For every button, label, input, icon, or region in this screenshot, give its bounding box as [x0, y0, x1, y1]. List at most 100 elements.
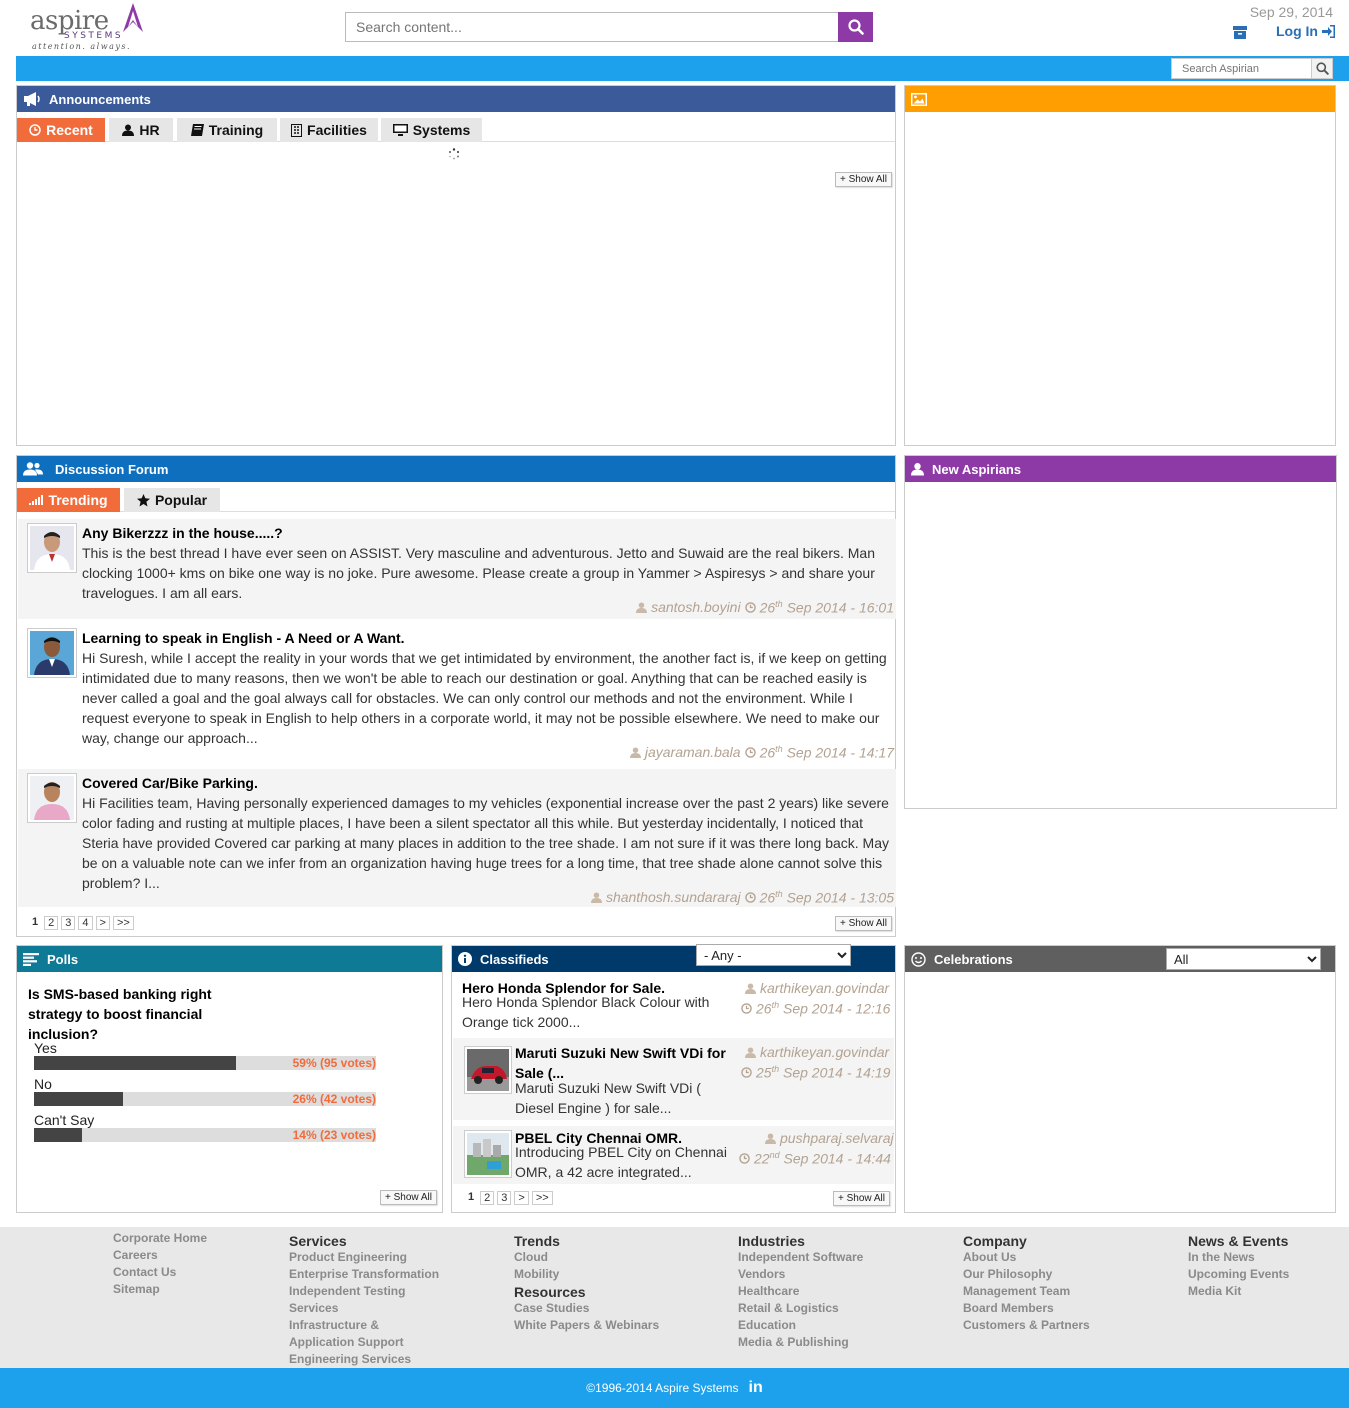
poll-bar-fill	[34, 1056, 236, 1070]
tab-popular[interactable]: Popular	[124, 488, 220, 512]
footer-link[interactable]: Mobility	[514, 1267, 659, 1284]
loading-spinner-icon	[449, 148, 460, 160]
post-author[interactable]: santosh.boyini	[651, 599, 741, 615]
post-author[interactable]: jayaraman.bala	[645, 744, 741, 760]
footer-heading[interactable]: Services	[289, 1233, 439, 1250]
forum-post[interactable]: Learning to speak in English - A Need or…	[18, 624, 896, 764]
forum-post[interactable]: Covered Car/Bike Parking. Hi Facilities …	[18, 769, 896, 907]
footer-link[interactable]: Upcoming Events	[1188, 1267, 1289, 1284]
classified-author-name[interactable]: karthikeyan.govindar	[760, 980, 889, 996]
footer-link[interactable]: Services	[289, 1301, 439, 1318]
classified-author-name[interactable]: karthikeyan.govindar	[760, 1044, 889, 1060]
tab-trending[interactable]: Trending	[17, 488, 120, 512]
page-2[interactable]: 2	[44, 916, 59, 930]
polls-show-all-button[interactable]: + Show All	[380, 1190, 437, 1205]
classified-item[interactable]: PBEL City Chennai OMR. Introducing PBEL …	[453, 1126, 894, 1184]
classified-date: 22nd Sep 2014 - 14:44	[739, 1150, 891, 1167]
page-1[interactable]: 1	[465, 1191, 478, 1205]
classifieds-show-all-button[interactable]: + Show All	[833, 1191, 890, 1206]
login-link[interactable]: Log In	[1276, 23, 1336, 39]
footer-link[interactable]: In the News	[1188, 1250, 1289, 1267]
tab-popular-label: Popular	[154, 492, 208, 508]
footer-heading[interactable]: Company	[963, 1233, 1090, 1250]
aspirian-search-button[interactable]	[1311, 58, 1333, 79]
tab-hr-label: HR	[139, 122, 160, 138]
tab-recent[interactable]: Recent	[17, 118, 105, 142]
poll-option-label: Can't Say	[34, 1112, 95, 1128]
page-3[interactable]: 3	[497, 1191, 512, 1205]
footer-link[interactable]: Independent Software	[738, 1250, 863, 1267]
footer-link[interactable]: Healthcare	[738, 1284, 863, 1301]
page-next[interactable]: >	[95, 916, 110, 930]
classifieds-filter-select[interactable]: - Any -	[696, 944, 851, 966]
poll-option-label: Yes	[34, 1040, 57, 1056]
footer-col-services: Services Product Engineering Enterprise …	[289, 1233, 439, 1369]
footer-link[interactable]: Engineering Services	[289, 1352, 439, 1369]
tab-training-label: Training	[208, 122, 264, 138]
footer-link[interactable]: Cloud	[514, 1250, 659, 1267]
celebrations-filter-select[interactable]: All	[1166, 948, 1321, 970]
footer-heading[interactable]: Resources	[514, 1284, 659, 1301]
clock-icon	[741, 1067, 752, 1078]
classified-desc: Introducing PBEL City on Chennai OMR, a …	[515, 1144, 727, 1180]
footer-link[interactable]: Product Engineering	[289, 1250, 439, 1267]
page-last[interactable]: >>	[112, 916, 134, 930]
linkedin-icon[interactable]: in	[749, 1379, 763, 1397]
tab-facilities[interactable]: Facilities	[280, 118, 378, 142]
page-4[interactable]: 4	[78, 916, 93, 930]
forum-post[interactable]: Any Bikerzzz in the house.....? This is …	[18, 519, 896, 619]
avatar	[27, 523, 77, 573]
page-last[interactable]: >>	[531, 1191, 553, 1205]
post-title[interactable]: Learning to speak in English - A Need or…	[82, 630, 405, 646]
footer-link[interactable]: Independent Testing	[289, 1284, 439, 1301]
forum-show-all-button[interactable]: + Show All	[835, 916, 892, 931]
clock-icon	[29, 124, 41, 136]
footer-link[interactable]: Retail & Logistics	[738, 1301, 863, 1318]
tab-systems[interactable]: Systems	[381, 118, 482, 142]
tab-training[interactable]: Training	[177, 118, 277, 142]
footer-link[interactable]: Case Studies	[514, 1301, 659, 1318]
footer-link[interactable]: Sitemap	[113, 1282, 207, 1299]
footer-link[interactable]: Customers & Partners	[963, 1318, 1090, 1335]
archive-icon[interactable]	[1233, 26, 1247, 39]
announcements-show-all-button[interactable]: + Show All	[835, 172, 892, 187]
tab-hr[interactable]: HR	[109, 118, 173, 142]
page-next[interactable]: >	[514, 1191, 529, 1205]
footer-link[interactable]: Application Support	[289, 1335, 439, 1352]
footer-heading[interactable]: Trends	[514, 1233, 659, 1250]
aspire-logo[interactable]: aspire SYSTEMS attention. always.	[30, 2, 143, 52]
classified-desc: Maruti Suzuki New Swift VDi ( Diesel Eng…	[515, 1080, 701, 1116]
search-button[interactable]	[838, 12, 873, 42]
footer-link[interactable]: Vendors	[738, 1267, 863, 1284]
footer-link[interactable]: Media & Publishing	[738, 1335, 863, 1352]
post-author[interactable]: shanthosh.sundararaj	[606, 889, 741, 905]
page-3[interactable]: 3	[61, 916, 76, 930]
classified-title[interactable]: Maruti Suzuki New Swift VDi for Sale (..…	[515, 1043, 735, 1083]
aspirian-search-input[interactable]	[1171, 58, 1312, 79]
page-2[interactable]: 2	[480, 1191, 495, 1205]
footer-link[interactable]: White Papers & Webinars	[514, 1318, 659, 1335]
footer-link[interactable]: Infrastructure &	[289, 1318, 439, 1335]
footer-link[interactable]: Our Philosophy	[963, 1267, 1090, 1284]
classified-author-name[interactable]: pushparaj.selvaraj	[780, 1130, 894, 1146]
classified-item[interactable]: Hero Honda Splendor for Sale. Hero Honda…	[453, 976, 894, 1036]
post-title[interactable]: Any Bikerzzz in the house.....?	[82, 525, 283, 541]
footer-link[interactable]: Careers	[113, 1248, 207, 1265]
footer-link[interactable]: Contact Us	[113, 1265, 207, 1282]
footer-link[interactable]: Board Members	[963, 1301, 1090, 1318]
classified-day-suffix: nd	[769, 1150, 780, 1160]
classified-item[interactable]: Maruti Suzuki New Swift VDi for Sale (..…	[453, 1038, 894, 1120]
footer-link[interactable]: About Us	[963, 1250, 1090, 1267]
footer-link[interactable]: Corporate Home	[113, 1231, 207, 1248]
footer-link[interactable]: Media Kit	[1188, 1284, 1289, 1301]
page-1[interactable]: 1	[29, 916, 42, 930]
footer-heading[interactable]: News & Events	[1188, 1233, 1289, 1250]
footer-link[interactable]: Enterprise Transformation	[289, 1267, 439, 1284]
post-title[interactable]: Covered Car/Bike Parking.	[82, 775, 258, 791]
footer-link[interactable]: Education	[738, 1318, 863, 1335]
announcements-panel: Announcements Recent HR Training Facilit…	[16, 85, 896, 446]
footer-link[interactable]: Management Team	[963, 1284, 1090, 1301]
footer-heading[interactable]: Industries	[738, 1233, 863, 1250]
search-input[interactable]	[345, 12, 839, 42]
post-meta: jayaraman.bala 26th Sep 2014 - 14:17	[629, 744, 894, 761]
